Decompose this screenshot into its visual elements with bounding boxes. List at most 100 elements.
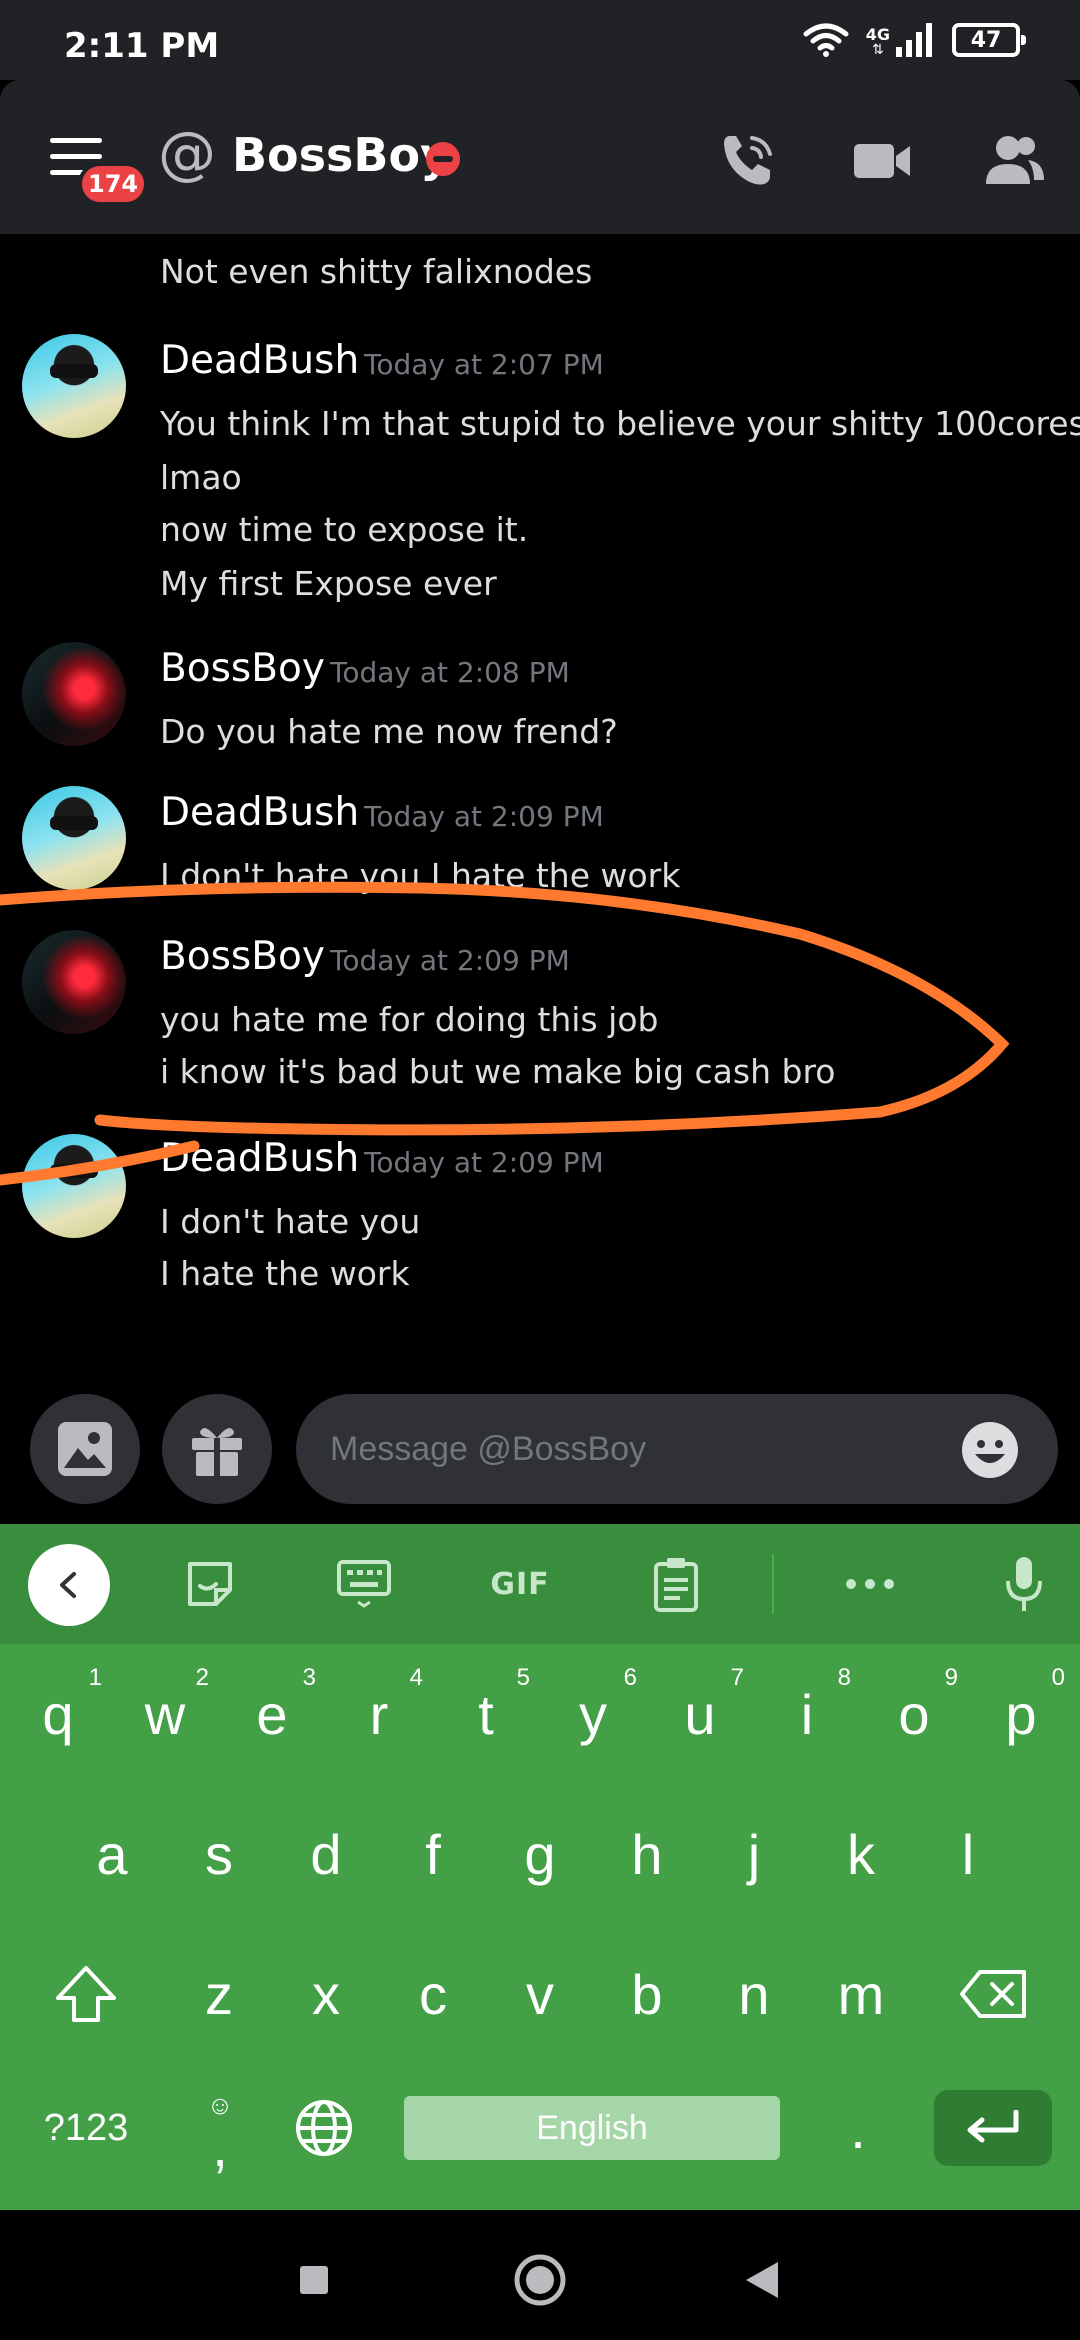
key-b[interactable]: b xyxy=(597,1934,697,2054)
key-o[interactable]: o9 xyxy=(864,1654,964,1774)
message-text: i know it's bad but we make big cash bro xyxy=(160,1052,836,1091)
key-i[interactable]: i8 xyxy=(757,1654,857,1774)
key-c[interactable]: c xyxy=(383,1934,483,2054)
emoji-icon[interactable] xyxy=(960,1420,1020,1480)
message-text: I hate the work xyxy=(160,1254,410,1293)
message-author[interactable]: DeadBush xyxy=(160,790,359,835)
message-list[interactable]: Not even shitty falixnodes DeadBush Toda… xyxy=(0,234,1080,1384)
key-z[interactable]: z xyxy=(169,1934,269,2054)
status-time: 2:11 PM xyxy=(64,26,220,66)
dnd-status-icon xyxy=(426,142,460,176)
message-text: now time to expose it. xyxy=(160,510,529,549)
attach-image-button[interactable] xyxy=(30,1394,140,1504)
avatar[interactable] xyxy=(22,642,126,746)
key-w[interactable]: w2 xyxy=(115,1654,215,1774)
message-author[interactable]: DeadBush xyxy=(160,338,359,383)
symbols-key[interactable]: ?123 xyxy=(36,2068,136,2188)
more-options-button[interactable] xyxy=(840,1554,900,1614)
keyboard-settings-button[interactable] xyxy=(334,1554,394,1614)
chat-header: 174 @ BossBoy xyxy=(0,80,1080,234)
language-key[interactable] xyxy=(274,2068,374,2188)
key-u[interactable]: u7 xyxy=(650,1654,750,1774)
period-key[interactable]: . xyxy=(808,2068,908,2188)
status-bar: 2:11 PM 4G ⇅ 47 xyxy=(0,0,1080,80)
system-nav-bar xyxy=(0,2210,1080,2340)
message-timestamp: Today at 2:09 PM xyxy=(330,944,570,977)
clipboard-icon xyxy=(654,1558,698,1612)
video-call-icon[interactable] xyxy=(850,128,914,192)
message-text: Do you hate me now frend? xyxy=(160,712,618,751)
voice-call-icon[interactable] xyxy=(716,128,780,192)
key-t[interactable]: t5 xyxy=(436,1654,536,1774)
key-y[interactable]: y6 xyxy=(543,1654,643,1774)
shift-key[interactable] xyxy=(36,1934,136,2054)
key-x[interactable]: x xyxy=(276,1934,376,2054)
keyboard-back-button[interactable] xyxy=(28,1544,110,1626)
comma-key[interactable]: ☺ , xyxy=(170,2068,270,2188)
message-timestamp: Today at 2:09 PM xyxy=(364,1146,604,1179)
sticker-icon xyxy=(188,1562,232,1606)
key-g[interactable]: g xyxy=(490,1794,590,1914)
avatar[interactable] xyxy=(22,930,126,1034)
gift-button[interactable] xyxy=(162,1394,272,1504)
gift-icon xyxy=(192,1428,242,1476)
key-a[interactable]: a xyxy=(62,1794,162,1914)
key-m[interactable]: m xyxy=(811,1934,911,2054)
channel-title[interactable]: BossBoy xyxy=(232,128,450,182)
microphone-icon xyxy=(1006,1557,1042,1611)
message-text: lmao xyxy=(160,458,242,497)
key-f[interactable]: f xyxy=(383,1794,483,1914)
message-text: You think I'm that stupid to believe you… xyxy=(160,404,1080,443)
avatar[interactable] xyxy=(22,786,126,890)
avatar[interactable] xyxy=(22,1134,126,1238)
battery-indicator: 47 xyxy=(952,23,1026,57)
members-icon[interactable] xyxy=(982,128,1046,192)
key-n[interactable]: n xyxy=(704,1934,804,2054)
signal-icon xyxy=(896,23,932,57)
at-icon: @ xyxy=(158,119,216,187)
network-indicator: 4G ⇅ xyxy=(866,23,936,57)
key-p[interactable]: p0 xyxy=(971,1654,1071,1774)
back-triangle-icon xyxy=(746,2262,778,2298)
backspace-icon xyxy=(960,1970,1026,2018)
wifi-icon xyxy=(803,23,849,57)
space-key[interactable]: English xyxy=(404,2096,780,2160)
status-icons: 4G ⇅ 47 xyxy=(802,22,1026,58)
message-text: I don't hate you xyxy=(160,1202,421,1241)
message-author[interactable]: DeadBush xyxy=(160,1136,359,1181)
message-text: My first Expose ever xyxy=(160,564,497,603)
message-author[interactable]: BossBoy xyxy=(160,934,325,979)
key-r[interactable]: r4 xyxy=(329,1654,429,1774)
back-button[interactable] xyxy=(732,2250,792,2310)
unread-badge: 174 xyxy=(78,162,149,206)
sticker-button[interactable] xyxy=(180,1554,240,1614)
recents-button[interactable] xyxy=(284,2250,344,2310)
home-circle-icon xyxy=(514,2254,566,2306)
message-timestamp: Today at 2:09 PM xyxy=(364,800,604,833)
data-arrows-icon: ⇅ xyxy=(872,42,884,58)
message-composer xyxy=(0,1384,1080,1524)
key-l[interactable]: l xyxy=(918,1794,1018,1914)
enter-icon xyxy=(967,2110,1019,2143)
message-input[interactable] xyxy=(296,1394,1058,1504)
key-v[interactable]: v xyxy=(490,1934,590,2054)
enter-key[interactable] xyxy=(934,2090,1052,2166)
key-d[interactable]: d xyxy=(276,1794,376,1914)
network-type-label: 4G xyxy=(865,25,890,44)
backspace-key[interactable] xyxy=(944,1934,1044,2054)
key-s[interactable]: s xyxy=(169,1794,269,1914)
gif-button[interactable]: GIF xyxy=(488,1554,552,1614)
key-j[interactable]: j xyxy=(704,1794,804,1914)
chevron-left-icon xyxy=(60,1572,76,1598)
voice-input-button[interactable] xyxy=(994,1554,1054,1614)
avatar[interactable] xyxy=(22,334,126,438)
home-button[interactable] xyxy=(510,2250,570,2310)
keyboard: GIF q1 w2 e3 r4 t5 y6 u7 i8 o9 p0 a s d … xyxy=(0,1524,1080,2210)
message-author[interactable]: BossBoy xyxy=(160,646,325,691)
message-text: I don't hate you I hate the work xyxy=(160,856,681,895)
key-e[interactable]: e3 xyxy=(222,1654,322,1774)
key-q[interactable]: q1 xyxy=(8,1654,108,1774)
key-k[interactable]: k xyxy=(811,1794,911,1914)
key-h[interactable]: h xyxy=(597,1794,697,1914)
clipboard-button[interactable] xyxy=(646,1554,706,1614)
